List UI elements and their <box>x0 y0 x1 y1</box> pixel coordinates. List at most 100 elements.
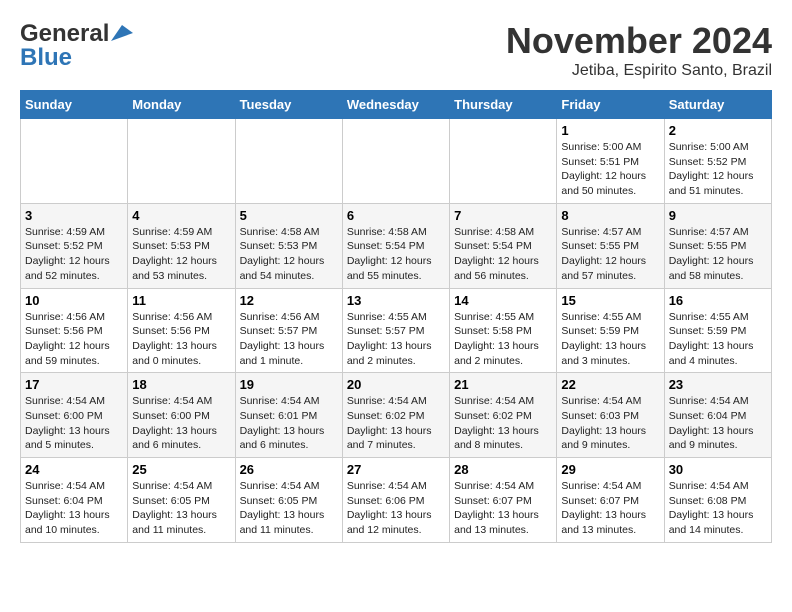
col-header-sunday: Sunday <box>21 91 128 119</box>
cell-0-2 <box>235 119 342 204</box>
cell-info: Sunrise: 4:54 AM Sunset: 6:00 PM Dayligh… <box>132 394 230 453</box>
cell-info: Sunrise: 4:54 AM Sunset: 6:05 PM Dayligh… <box>132 479 230 538</box>
cell-4-2: 26Sunrise: 4:54 AM Sunset: 6:05 PM Dayli… <box>235 458 342 543</box>
header-row: SundayMondayTuesdayWednesdayThursdayFrid… <box>21 91 772 119</box>
cell-info: Sunrise: 4:54 AM Sunset: 6:01 PM Dayligh… <box>240 394 338 453</box>
cell-info: Sunrise: 4:56 AM Sunset: 5:56 PM Dayligh… <box>132 310 230 369</box>
cell-4-3: 27 Sunrise: 4:54 AM Sunset: 6:06 PM Dayli… <box>342 458 449 543</box>
day-number: 5 <box>240 208 338 223</box>
day-number: 14 <box>454 293 552 308</box>
cell-info: Sunrise: 4:57 AM Sunset: 5:55 PM Dayligh… <box>669 225 767 284</box>
cell-1-2: 5 Sunrise: 4:58 AM Sunset: 5:53 PM Daylig… <box>235 203 342 288</box>
cell-info: Sunrise: 4:54 AM Sunset: 6:02 PM Dayligh… <box>454 394 552 453</box>
cell-info: Sunrise: 5:00 AM Sunset: 5:51 PM Dayligh… <box>561 140 659 199</box>
day-number: 26 <box>240 462 338 477</box>
cell-0-4 <box>450 119 557 204</box>
cell-info: Sunrise: 4:56 AM Sunset: 5:57 PM Dayligh… <box>240 310 338 369</box>
cell-info: Sunrise: 4:58 AM Sunset: 5:53 PM Dayligh… <box>240 225 338 284</box>
cell-3-1: 18 Sunrise: 4:54 AM Sunset: 6:00 PM Dayli… <box>128 373 235 458</box>
cell-0-3 <box>342 119 449 204</box>
cell-3-4: 21 Sunrise: 4:54 AM Sunset: 6:02 PM Dayli… <box>450 373 557 458</box>
cell-info: Sunrise: 4:58 AM Sunset: 5:54 PM Dayligh… <box>347 225 445 284</box>
col-header-wednesday: Wednesday <box>342 91 449 119</box>
cell-4-4: 28Sunrise: 4:54 AM Sunset: 6:07 PM Dayli… <box>450 458 557 543</box>
cell-2-5: 15 Sunrise: 4:55 AM Sunset: 5:59 PM Dayli… <box>557 288 664 373</box>
cell-info: Sunrise: 4:59 AM Sunset: 5:52 PM Dayligh… <box>25 225 123 284</box>
cell-0-6: 2 Sunrise: 5:00 AM Sunset: 5:52 PM Daylig… <box>664 119 771 204</box>
day-number: 9 <box>669 208 767 223</box>
cell-1-5: 8Sunrise: 4:57 AM Sunset: 5:55 PM Daylig… <box>557 203 664 288</box>
cell-info: Sunrise: 4:55 AM Sunset: 5:59 PM Dayligh… <box>561 310 659 369</box>
col-header-thursday: Thursday <box>450 91 557 119</box>
logo: General Blue <box>20 20 133 72</box>
cell-0-5: 1 Sunrise: 5:00 AM Sunset: 5:51 PM Daylig… <box>557 119 664 204</box>
week-row-3: 17 Sunrise: 4:54 AM Sunset: 6:00 PM Dayli… <box>21 373 772 458</box>
cell-4-0: 24Sunrise: 4:54 AM Sunset: 6:04 PM Dayli… <box>21 458 128 543</box>
day-number: 23 <box>669 377 767 392</box>
cell-0-1 <box>128 119 235 204</box>
cell-4-1: 25 Sunrise: 4:54 AM Sunset: 6:05 PM Dayli… <box>128 458 235 543</box>
cell-2-6: 16 Sunrise: 4:55 AM Sunset: 5:59 PM Dayli… <box>664 288 771 373</box>
day-number: 16 <box>669 293 767 308</box>
cell-info: Sunrise: 4:55 AM Sunset: 5:58 PM Dayligh… <box>454 310 552 369</box>
cell-1-4: 7 Sunrise: 4:58 AM Sunset: 5:54 PM Daylig… <box>450 203 557 288</box>
cell-info: Sunrise: 4:56 AM Sunset: 5:56 PM Dayligh… <box>25 310 123 369</box>
day-number: 6 <box>347 208 445 223</box>
cell-2-3: 13Sunrise: 4:55 AM Sunset: 5:57 PM Dayli… <box>342 288 449 373</box>
cell-2-1: 11 Sunrise: 4:56 AM Sunset: 5:56 PM Dayli… <box>128 288 235 373</box>
day-number: 27 <box>347 462 445 477</box>
calendar-subtitle: Jetiba, Espirito Santo, Brazil <box>506 62 772 80</box>
cell-info: Sunrise: 4:54 AM Sunset: 6:08 PM Dayligh… <box>669 479 767 538</box>
cell-2-2: 12 Sunrise: 4:56 AM Sunset: 5:57 PM Dayli… <box>235 288 342 373</box>
calendar-table: SundayMondayTuesdayWednesdayThursdayFrid… <box>20 90 772 543</box>
cell-4-5: 29 Sunrise: 4:54 AM Sunset: 6:07 PM Dayli… <box>557 458 664 543</box>
day-number: 1 <box>561 123 659 138</box>
col-header-tuesday: Tuesday <box>235 91 342 119</box>
day-number: 12 <box>240 293 338 308</box>
cell-1-6: 9 Sunrise: 4:57 AM Sunset: 5:55 PM Daylig… <box>664 203 771 288</box>
day-number: 15 <box>561 293 659 308</box>
cell-1-1: 4 Sunrise: 4:59 AM Sunset: 5:53 PM Daylig… <box>128 203 235 288</box>
week-row-1: 3 Sunrise: 4:59 AM Sunset: 5:52 PM Daylig… <box>21 203 772 288</box>
cell-info: Sunrise: 4:58 AM Sunset: 5:54 PM Dayligh… <box>454 225 552 284</box>
day-number: 20 <box>347 377 445 392</box>
day-number: 30 <box>669 462 767 477</box>
cell-3-3: 20 Sunrise: 4:54 AM Sunset: 6:02 PM Dayli… <box>342 373 449 458</box>
title-section: November 2024 Jetiba, Espirito Santo, Br… <box>506 20 772 80</box>
cell-info: Sunrise: 4:57 AM Sunset: 5:55 PM Dayligh… <box>561 225 659 284</box>
day-number: 29 <box>561 462 659 477</box>
day-number: 3 <box>25 208 123 223</box>
day-number: 13 <box>347 293 445 308</box>
day-number: 24 <box>25 462 123 477</box>
week-row-0: 1 Sunrise: 5:00 AM Sunset: 5:51 PM Daylig… <box>21 119 772 204</box>
header: General Blue November 2024 Jetiba, Espir… <box>20 20 772 80</box>
cell-info: Sunrise: 4:54 AM Sunset: 6:06 PM Dayligh… <box>347 479 445 538</box>
cell-info: Sunrise: 4:54 AM Sunset: 6:02 PM Dayligh… <box>347 394 445 453</box>
calendar-title: November 2024 <box>506 20 772 62</box>
cell-info: Sunrise: 4:55 AM Sunset: 5:59 PM Dayligh… <box>669 310 767 369</box>
cell-info: Sunrise: 4:54 AM Sunset: 6:07 PM Dayligh… <box>561 479 659 538</box>
day-number: 4 <box>132 208 230 223</box>
cell-3-5: 22 Sunrise: 4:54 AM Sunset: 6:03 PM Dayli… <box>557 373 664 458</box>
day-number: 18 <box>132 377 230 392</box>
cell-1-3: 6 Sunrise: 4:58 AM Sunset: 5:54 PM Daylig… <box>342 203 449 288</box>
week-row-2: 10Sunrise: 4:56 AM Sunset: 5:56 PM Dayli… <box>21 288 772 373</box>
week-row-4: 24Sunrise: 4:54 AM Sunset: 6:04 PM Dayli… <box>21 458 772 543</box>
cell-3-0: 17 Sunrise: 4:54 AM Sunset: 6:00 PM Dayli… <box>21 373 128 458</box>
day-number: 7 <box>454 208 552 223</box>
cell-0-0 <box>21 119 128 204</box>
day-number: 2 <box>669 123 767 138</box>
day-number: 21 <box>454 377 552 392</box>
day-number: 22 <box>561 377 659 392</box>
cell-2-4: 14 Sunrise: 4:55 AM Sunset: 5:58 PM Dayli… <box>450 288 557 373</box>
day-number: 11 <box>132 293 230 308</box>
cell-info: Sunrise: 4:59 AM Sunset: 5:53 PM Dayligh… <box>132 225 230 284</box>
cell-info: Sunrise: 5:00 AM Sunset: 5:52 PM Dayligh… <box>669 140 767 199</box>
cell-info: Sunrise: 4:54 AM Sunset: 6:00 PM Dayligh… <box>25 394 123 453</box>
cell-info: Sunrise: 4:54 AM Sunset: 6:03 PM Dayligh… <box>561 394 659 453</box>
day-number: 25 <box>132 462 230 477</box>
col-header-monday: Monday <box>128 91 235 119</box>
day-number: 17 <box>25 377 123 392</box>
cell-2-0: 10Sunrise: 4:56 AM Sunset: 5:56 PM Dayli… <box>21 288 128 373</box>
cell-3-6: 23Sunrise: 4:54 AM Sunset: 6:04 PM Dayli… <box>664 373 771 458</box>
